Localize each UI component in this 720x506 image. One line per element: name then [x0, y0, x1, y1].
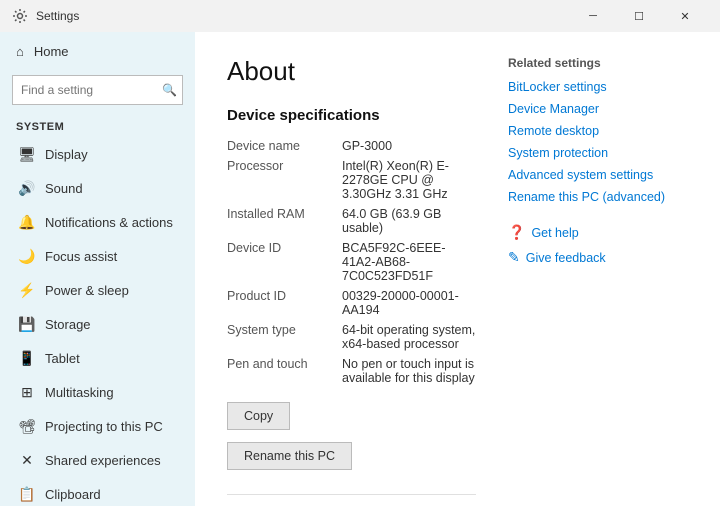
sidebar-item-sound[interactable]: 🔊 Sound — [0, 171, 195, 205]
sidebar: ⌂ Home 🔍 System 🖥 Display 🔊 Sound 🔔 Noti… — [0, 32, 195, 506]
table-row: System type64-bit operating system, x64-… — [227, 320, 476, 354]
sidebar-label-projecting: Projecting to this PC — [45, 419, 163, 434]
spec-label: Installed RAM — [227, 204, 342, 238]
sidebar-label-clipboard: Clipboard — [45, 487, 101, 502]
projecting-icon: 📽 — [19, 418, 35, 434]
related-settings-title: Related settings — [508, 56, 688, 70]
help-item[interactable]: ❓ Get help — [508, 224, 688, 241]
sidebar-home-label: Home — [34, 44, 69, 59]
table-row: Pen and touchNo pen or touch input is av… — [227, 354, 476, 388]
shared-icon: ✕ — [19, 452, 35, 468]
related-link[interactable]: System protection — [508, 146, 688, 160]
clipboard-icon: 📋 — [19, 486, 35, 502]
notifications-icon: 🔔 — [19, 214, 35, 230]
focus-icon: 🌙 — [19, 248, 35, 264]
sidebar-label-multitasking: Multitasking — [45, 385, 114, 400]
display-icon: 🖥 — [19, 146, 35, 162]
table-row: Device nameGP-3000 — [227, 136, 476, 156]
settings-icon — [12, 8, 28, 24]
sidebar-label-focus: Focus assist — [45, 249, 117, 264]
table-row: Device IDBCA5F92C-6EEE-41A2-AB68-7C0C523… — [227, 238, 476, 286]
minimize-button[interactable]: ─ — [570, 0, 616, 32]
home-icon: ⌂ — [16, 44, 24, 59]
titlebar-title: Settings — [36, 9, 79, 23]
sidebar-item-clipboard[interactable]: 📋 Clipboard — [0, 477, 195, 506]
related-link[interactable]: Device Manager — [508, 102, 688, 116]
rename-pc-button[interactable]: Rename this PC — [227, 442, 352, 470]
storage-icon: 💾 — [19, 316, 35, 332]
spec-value: Intel(R) Xeon(R) E-2278GE CPU @ 3.30GHz … — [342, 156, 476, 204]
spec-label: Device name — [227, 136, 342, 156]
spec-value: 64.0 GB (63.9 GB usable) — [342, 204, 476, 238]
sidebar-label-display: Display — [45, 147, 88, 162]
sidebar-item-projecting[interactable]: 📽 Projecting to this PC — [0, 409, 195, 443]
spec-value: 64-bit operating system, x64-based proce… — [342, 320, 476, 354]
spec-label: Device ID — [227, 238, 342, 286]
sidebar-item-multitasking[interactable]: ⊞ Multitasking — [0, 375, 195, 409]
related-link[interactable]: Remote desktop — [508, 124, 688, 138]
sidebar-item-display[interactable]: 🖥 Display — [0, 137, 195, 171]
related-links: BitLocker settings Device Manager Remote d… — [508, 80, 688, 204]
related-link[interactable]: Advanced system settings — [508, 168, 688, 182]
sidebar-item-storage[interactable]: 💾 Storage — [0, 307, 195, 341]
sidebar-search-container: 🔍 — [12, 75, 183, 105]
help-item[interactable]: ✎ Give feedback — [508, 249, 688, 266]
table-row: Installed RAM64.0 GB (63.9 GB usable) — [227, 204, 476, 238]
spec-value: BCA5F92C-6EEE-41A2-AB68-7C0C523FD51F — [342, 238, 476, 286]
titlebar: Settings ─ ☐ ✕ — [0, 0, 720, 32]
related-link[interactable]: Rename this PC (advanced) — [508, 190, 688, 204]
page-title: About — [227, 56, 476, 87]
close-button[interactable]: ✕ — [662, 0, 708, 32]
spec-label: Pen and touch — [227, 354, 342, 388]
help-icon: ✎ — [508, 249, 520, 266]
content-main: About Device specifications Device nameG… — [227, 56, 476, 482]
spec-value: No pen or touch input is available for t… — [342, 354, 476, 388]
divider-1 — [227, 494, 476, 495]
tablet-icon: 📱 — [19, 350, 35, 366]
search-input[interactable] — [12, 75, 183, 105]
power-icon: ⚡ — [19, 282, 35, 298]
sidebar-item-tablet[interactable]: 📱 Tablet — [0, 341, 195, 375]
content-area: About Device specifications Device nameG… — [195, 32, 720, 506]
table-row: Product ID00329-20000-00001-AA194 — [227, 286, 476, 320]
sidebar-home-button[interactable]: ⌂ Home — [0, 32, 195, 71]
sidebar-section-title: System — [0, 113, 195, 137]
spec-label: Processor — [227, 156, 342, 204]
device-specs-title: Device specifications — [227, 107, 476, 124]
sidebar-item-shared[interactable]: ✕ Shared experiences — [0, 443, 195, 477]
help-link[interactable]: Get help — [531, 226, 578, 240]
search-icon: 🔍 — [162, 83, 177, 97]
content-sidebar: Related settings BitLocker settings Devic… — [508, 56, 688, 482]
titlebar-left: Settings — [12, 8, 79, 24]
sidebar-label-notifications: Notifications & actions — [45, 215, 173, 230]
spec-label: System type — [227, 320, 342, 354]
multitasking-icon: ⊞ — [19, 384, 35, 400]
sidebar-item-notifications[interactable]: 🔔 Notifications & actions — [0, 205, 195, 239]
sidebar-item-power[interactable]: ⚡ Power & sleep — [0, 273, 195, 307]
app-body: ⌂ Home 🔍 System 🖥 Display 🔊 Sound 🔔 Noti… — [0, 32, 720, 506]
related-link[interactable]: BitLocker settings — [508, 80, 688, 94]
sidebar-label-tablet: Tablet — [45, 351, 80, 366]
sidebar-label-shared: Shared experiences — [45, 453, 161, 468]
help-link[interactable]: Give feedback — [526, 251, 606, 265]
table-row: ProcessorIntel(R) Xeon(R) E-2278GE CPU @… — [227, 156, 476, 204]
device-specs-table: Device nameGP-3000ProcessorIntel(R) Xeon… — [227, 136, 476, 388]
sidebar-label-power: Power & sleep — [45, 283, 129, 298]
spec-label: Product ID — [227, 286, 342, 320]
maximize-button[interactable]: ☐ — [616, 0, 662, 32]
sidebar-label-sound: Sound — [45, 181, 83, 196]
titlebar-controls: ─ ☐ ✕ — [570, 0, 708, 32]
help-section: ❓ Get help ✎ Give feedback — [508, 224, 688, 266]
help-icon: ❓ — [508, 224, 525, 241]
spec-value: GP-3000 — [342, 136, 476, 156]
spec-value: 00329-20000-00001-AA194 — [342, 286, 476, 320]
copy-button-device[interactable]: Copy — [227, 402, 290, 430]
sound-icon: 🔊 — [19, 180, 35, 196]
sidebar-item-focus[interactable]: 🌙 Focus assist — [0, 239, 195, 273]
sidebar-label-storage: Storage — [45, 317, 91, 332]
